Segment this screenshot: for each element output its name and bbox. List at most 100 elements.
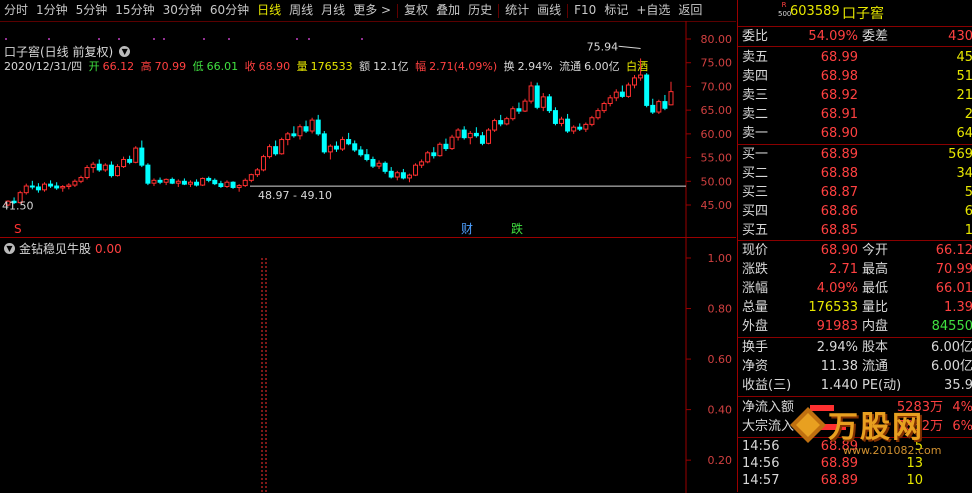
bid-row[interactable]: 买二 68.88 34 xyxy=(738,164,972,183)
indicator-pane[interactable]: ▼ 金钻稳见牛股 0.00 1.00 0.80 0.60 0.40 0.20 xyxy=(0,237,736,493)
candle[interactable] xyxy=(625,82,631,98)
candle[interactable] xyxy=(619,85,625,98)
toolbar-item-0[interactable]: 分时 xyxy=(0,0,32,21)
candle[interactable] xyxy=(546,94,552,113)
candle[interactable] xyxy=(78,175,84,184)
candle[interactable] xyxy=(346,132,352,146)
candle[interactable] xyxy=(285,131,291,146)
toolbar-item-2[interactable]: 5分钟 xyxy=(72,0,112,21)
ask-row[interactable]: 卖一 68.90 64 xyxy=(738,124,972,143)
candle[interactable] xyxy=(218,180,224,188)
candle[interactable] xyxy=(388,167,394,179)
kline-chart[interactable]: 口子窖(日线 前复权) ▼ 2020/12/31/四 开 66.12 高 70.99… xyxy=(0,21,736,237)
candle[interactable] xyxy=(102,163,108,172)
candle[interactable] xyxy=(437,142,443,157)
stock-name[interactable]: 口子窖 xyxy=(842,3,884,23)
bid-row[interactable]: 买一 68.89 569 xyxy=(738,145,972,164)
candle[interactable] xyxy=(577,123,583,132)
candle[interactable] xyxy=(394,170,400,181)
candle[interactable] xyxy=(467,131,473,145)
toolbar-item-5[interactable]: 60分钟 xyxy=(206,0,253,21)
candle[interactable] xyxy=(449,134,455,150)
toolbar-item-12[interactable]: 历史 xyxy=(464,0,496,21)
candle[interactable] xyxy=(206,176,212,183)
candle[interactable] xyxy=(613,89,619,102)
candle[interactable] xyxy=(571,125,577,134)
candle[interactable] xyxy=(139,140,145,168)
candle[interactable] xyxy=(565,113,571,133)
candle[interactable] xyxy=(224,180,230,188)
candle[interactable] xyxy=(90,161,96,173)
candle[interactable] xyxy=(595,108,601,120)
candle[interactable] xyxy=(376,160,382,169)
candle[interactable] xyxy=(340,136,346,151)
candle[interactable] xyxy=(145,163,151,186)
ask-row[interactable]: 卖三 68.92 21 xyxy=(738,86,972,105)
candle[interactable] xyxy=(650,98,656,114)
toolbar-item-4[interactable]: 30分钟 xyxy=(159,0,206,21)
candle[interactable] xyxy=(492,118,498,132)
candle[interactable] xyxy=(552,107,558,126)
bid-row[interactable]: 买三 68.87 5 xyxy=(738,183,972,202)
candle[interactable] xyxy=(194,179,200,187)
candle[interactable] xyxy=(443,138,449,151)
toolbar-item-7[interactable]: 周线 xyxy=(285,0,317,21)
s-marker[interactable]: S xyxy=(14,222,22,236)
candle[interactable] xyxy=(638,58,644,81)
candle[interactable] xyxy=(236,184,242,192)
candle[interactable] xyxy=(60,185,66,192)
candle[interactable] xyxy=(504,116,510,126)
candle[interactable] xyxy=(425,150,431,164)
candle[interactable] xyxy=(273,140,279,156)
toolbar-item-3[interactable]: 15分钟 xyxy=(111,0,158,21)
candle[interactable] xyxy=(327,144,333,160)
bid-row[interactable]: 买五 68.85 1 xyxy=(738,221,972,240)
candle[interactable] xyxy=(163,178,169,186)
ask-row[interactable]: 卖五 68.99 45 xyxy=(738,48,972,67)
candle[interactable] xyxy=(54,182,60,190)
candle[interactable] xyxy=(413,163,419,177)
candle[interactable] xyxy=(601,101,607,113)
candle[interactable] xyxy=(473,127,479,138)
candle[interactable] xyxy=(133,146,139,164)
candle[interactable] xyxy=(540,93,546,112)
bid-row[interactable]: 买四 68.86 6 xyxy=(738,202,972,221)
candle[interactable] xyxy=(169,177,175,185)
candle[interactable] xyxy=(248,173,254,183)
candle[interactable] xyxy=(382,161,388,174)
toolbar-item-18[interactable]: 返回 xyxy=(674,0,706,21)
candle[interactable] xyxy=(254,168,260,178)
candle[interactable] xyxy=(315,114,321,136)
candle[interactable] xyxy=(455,128,461,141)
candle[interactable] xyxy=(662,94,668,111)
candle[interactable] xyxy=(644,73,650,108)
toolbar-item-16[interactable]: 标记 xyxy=(600,0,632,21)
toolbar-item-8[interactable]: 月线 xyxy=(317,0,349,21)
candle[interactable] xyxy=(400,168,406,180)
candle[interactable] xyxy=(121,156,127,169)
candle[interactable] xyxy=(419,159,425,169)
toolbar-item-15[interactable]: F10 xyxy=(570,0,600,21)
candle[interactable] xyxy=(522,98,528,113)
toolbar-item-14[interactable]: 画线 xyxy=(533,0,565,21)
candle[interactable] xyxy=(656,99,662,114)
candle[interactable] xyxy=(559,116,565,127)
candle[interactable] xyxy=(479,131,485,146)
candle[interactable] xyxy=(668,81,674,106)
ask-row[interactable]: 卖二 68.91 2 xyxy=(738,105,972,124)
candle[interactable] xyxy=(35,183,41,193)
candle[interactable] xyxy=(358,146,364,157)
candle[interactable] xyxy=(108,161,114,178)
candle[interactable] xyxy=(516,102,522,114)
candle[interactable] xyxy=(431,147,437,159)
candle[interactable] xyxy=(279,137,285,155)
candle[interactable] xyxy=(96,159,102,172)
candle[interactable] xyxy=(181,178,187,186)
candle[interactable] xyxy=(303,120,309,133)
candle[interactable] xyxy=(230,181,236,189)
candle[interactable] xyxy=(607,94,613,107)
candle[interactable] xyxy=(632,75,638,89)
stock-code[interactable]: 603589 xyxy=(790,4,840,19)
candle[interactable] xyxy=(29,180,35,190)
finance-marker[interactable]: 财 xyxy=(461,222,473,236)
